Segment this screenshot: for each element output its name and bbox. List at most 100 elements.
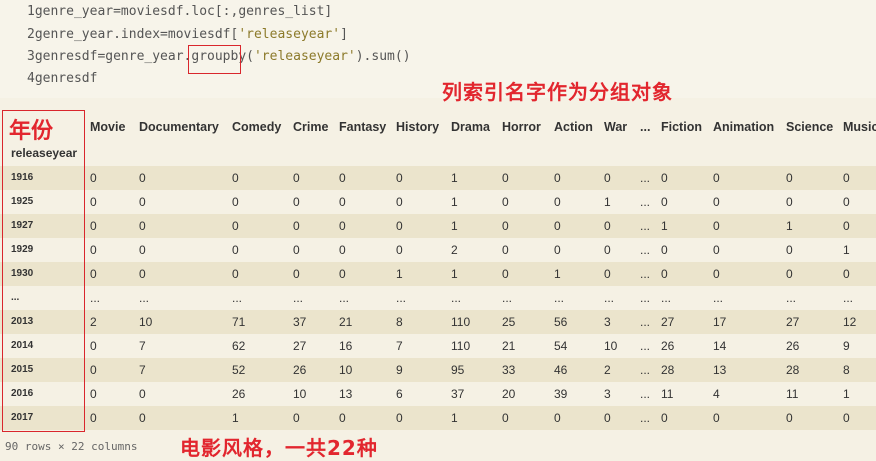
table-cell: 0 [139,171,146,185]
table-cell: 0 [502,171,509,185]
table-cell: ... [502,291,513,305]
table-cell: 0 [232,243,239,257]
table-cell: 0 [396,243,403,257]
table-cell: ... [640,243,651,257]
table-header: Movie Documentary Comedy Crime Fantasy Histor… [0,100,876,166]
column-header: Crime [293,120,329,134]
table-row: 2013 2 10 71 37 21 8 110 25 56 3... 27 17 27 12 [0,310,876,334]
table-cell: 14 [713,339,727,353]
table-cell: 0 [502,195,509,209]
column-header: ... [640,120,651,134]
table-row: ........................................… [0,286,876,310]
table-cell: 12 [843,315,857,329]
code-line-1: 1genre_year=moviesdf.loc[:,genres_list] [27,4,333,19]
table-cell: 0 [786,171,793,185]
table-cell: ... [139,291,150,305]
table-cell: 0 [554,411,561,425]
table-cell: ... [713,291,724,305]
table-cell: 10 [293,387,307,401]
table-cell: 0 [396,195,403,209]
table-row: 1927 0 0 0 0 0 0 1 0 0 0... 1 0 1 0 [0,214,876,238]
table-cell: 0 [786,267,793,281]
table-cell: 0 [90,387,97,401]
table-cell: 1 [451,267,458,281]
table-cell: 1 [843,387,850,401]
table-cell: 0 [604,243,611,257]
table-cell: 0 [661,171,668,185]
table-cell: 0 [554,171,561,185]
table-cell: 27 [786,315,800,329]
table-cell: 0 [293,411,300,425]
table-cell: 0 [90,243,97,257]
table-cell: 0 [661,411,668,425]
table-cell: 3 [604,387,611,401]
table-cell: 0 [843,195,850,209]
table-cell: 1 [554,267,561,281]
column-header: Science [786,120,834,134]
table-cell: 0 [339,243,346,257]
table-cell: ... [554,291,565,305]
table-cell: 71 [232,315,246,329]
table-cell: 0 [90,195,97,209]
table-cell: ... [232,291,243,305]
table-cell: 56 [554,315,568,329]
table-cell: 26 [786,339,800,353]
table-cell: ... [640,411,651,425]
table-cell: 26 [293,363,307,377]
table-cell: 7 [139,363,146,377]
table-row: 2017 0 0 1 0 0 0 1 0 0 0... 0 0 0 0 [0,406,876,430]
table-cell: 0 [713,195,720,209]
column-header: History [396,120,440,134]
table-cell: 0 [661,267,668,281]
table-cell: 2 [90,315,97,329]
table-cell: 62 [232,339,246,353]
table-cell: 0 [713,267,720,281]
table-cell: ... [604,291,615,305]
code-line-2: 2genre_year.index=moviesdf['releaseyear'… [27,27,348,42]
table-cell: 11 [786,387,799,401]
year-annotation: 年份 [9,119,54,144]
table-cell: 7 [396,339,403,353]
table-cell: ... [451,291,462,305]
table-footer: 90 rows × 22 columns [5,440,138,453]
table-cell: 1 [451,195,458,209]
table-cell: 0 [396,219,403,233]
table-cell: 0 [232,219,239,233]
table-cell: 27 [661,315,675,329]
table-cell: 8 [843,363,850,377]
table-cell: ... [640,291,651,305]
table-cell: 13 [713,363,727,377]
table-cell: 95 [451,363,465,377]
table-cell: 26 [661,339,675,353]
table-cell: 52 [232,363,246,377]
table-cell: 1 [843,243,850,257]
code-cell[interactable]: 1genre_year=moviesdf.loc[:,genres_list] … [0,0,876,98]
table-cell: 0 [139,411,146,425]
table-cell: 25 [502,315,516,329]
table-cell: 0 [293,195,300,209]
table-cell: 16 [339,339,353,353]
table-cell: 0 [502,267,509,281]
table-cell: 37 [451,387,465,401]
table-cell: ... [640,195,651,209]
table-cell: 0 [713,411,720,425]
table-cell: 33 [502,363,516,377]
table-cell: 0 [604,219,611,233]
table-cell: 28 [786,363,800,377]
table-cell: ... [640,339,651,353]
table-cell: 17 [713,315,727,329]
table-cell: ... [90,291,101,305]
column-header: Animation [713,120,775,134]
table-cell: 28 [661,363,675,377]
table-cell: ... [786,291,797,305]
table-row: 2015 0 7 52 26 10 9 95 33 46 2... 28 13 28 8 [0,358,876,382]
table-cell: 26 [232,387,246,401]
table-cell: 0 [90,171,97,185]
table-cell: 1 [661,219,668,233]
column-header: Documentary [139,120,219,134]
table-row: 1929 0 0 0 0 0 0 2 0 0 0... 0 0 0 1 [0,238,876,262]
table-cell: 6 [396,387,403,401]
table-cell: 4 [713,387,720,401]
table-cell: 0 [604,267,611,281]
table-row: 2016 0 0 26 10 13 6 37 20 39 3... 11 4 11 1 [0,382,876,406]
